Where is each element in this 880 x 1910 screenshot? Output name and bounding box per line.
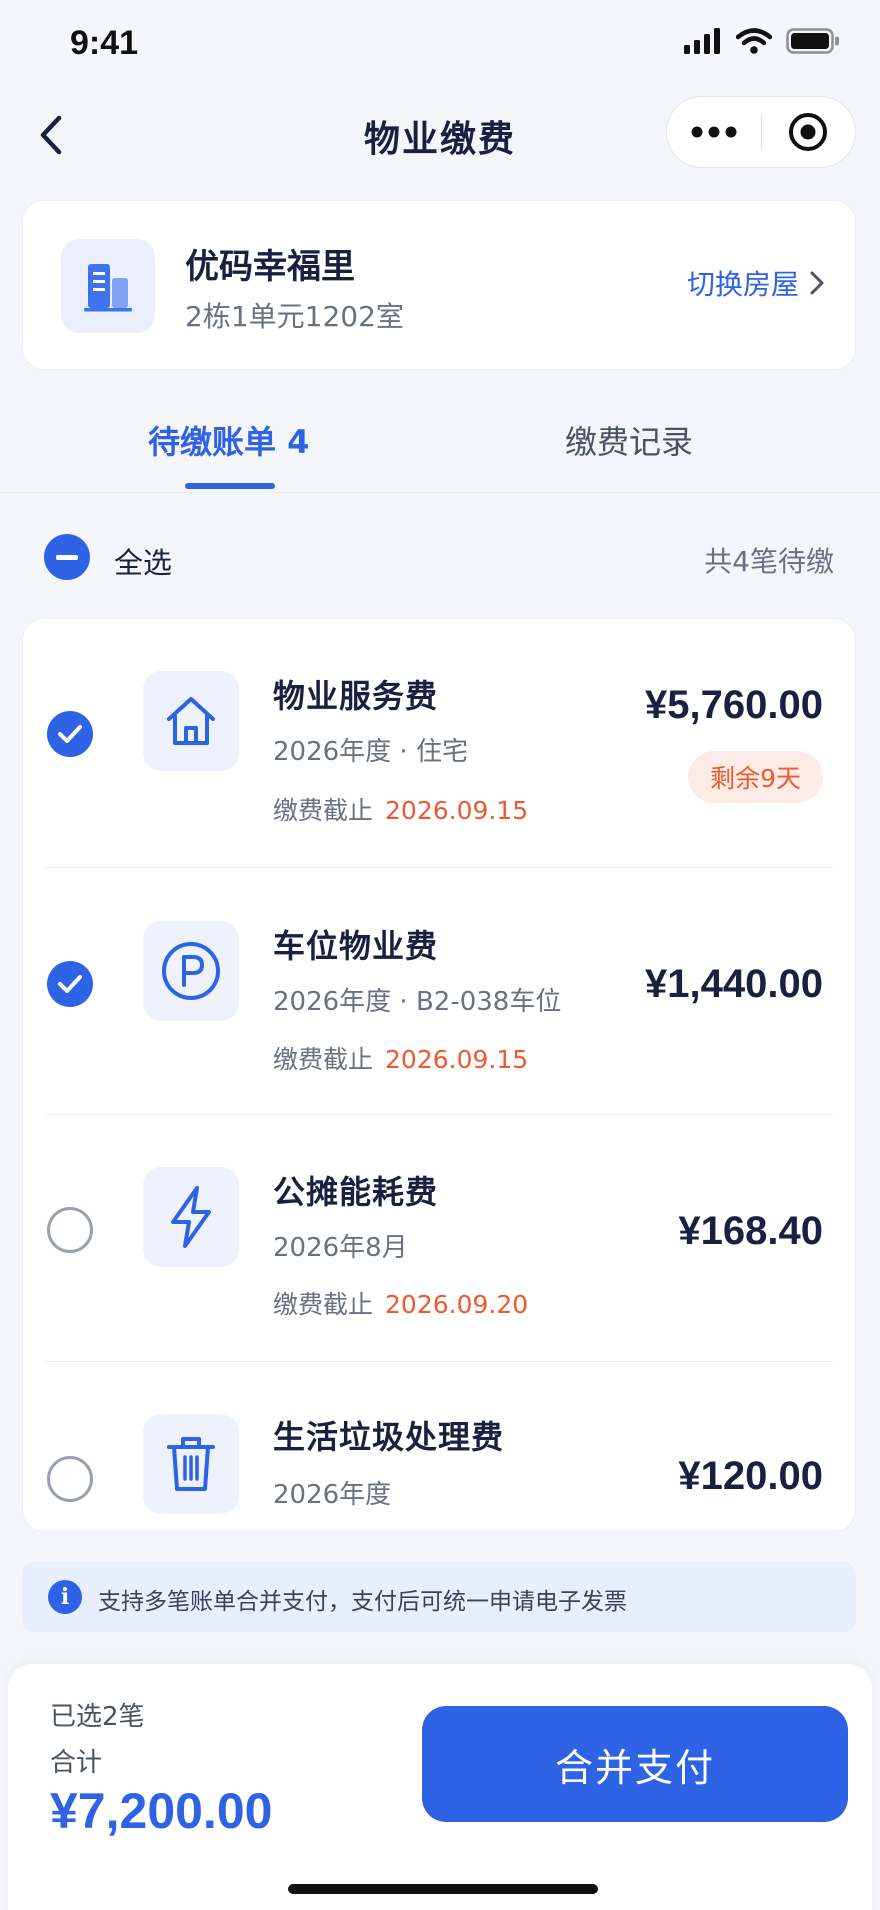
lightning-icon xyxy=(171,1186,211,1248)
bill-amount: ¥5,760.00 xyxy=(645,683,823,727)
select-all-row: 全选 共4笔待缴 xyxy=(0,520,880,600)
switch-house-label: 切换房屋 xyxy=(686,268,799,301)
due-label: 缴费截止 xyxy=(273,796,374,825)
battery-icon xyxy=(786,28,839,54)
building-icon xyxy=(84,264,132,312)
due-label: 缴费截止 xyxy=(273,1045,374,1074)
payment-footer: 已选2笔 合计 ¥7,200.00 合并支付 xyxy=(8,1664,872,1910)
house-name: 优码幸福里 xyxy=(185,247,355,287)
info-icon: i xyxy=(48,1580,82,1614)
house-icon xyxy=(167,697,215,745)
nav-bar: 物业缴费 xyxy=(0,92,880,178)
due-date: 2026.09.15 xyxy=(385,1045,529,1074)
bill-amount: ¥168.40 xyxy=(678,1209,823,1253)
bill-item[interactable]: 公摊能耗费 2026年8月 缴费截止 2026.09.20 ¥168.40 xyxy=(23,1115,857,1361)
bill-icon-box xyxy=(143,1167,239,1267)
switch-house-button[interactable]: 切换房屋 xyxy=(687,263,825,303)
remaining-days-badge: 剩余9天 xyxy=(688,751,823,803)
bill-checkbox-checked[interactable] xyxy=(47,961,93,1007)
status-bar: 9:41 xyxy=(0,0,880,92)
bill-tabs: 待缴账单 4 缴费记录 xyxy=(0,395,880,493)
checkmark-icon xyxy=(58,975,82,993)
merge-pay-button[interactable]: 合并支付 xyxy=(422,1706,848,1822)
due-label: 缴费截止 xyxy=(273,1290,374,1319)
bill-icon-box xyxy=(143,671,239,771)
more-button[interactable] xyxy=(667,97,761,167)
bill-name: 公摊能耗费 xyxy=(273,1173,439,1211)
minus-icon xyxy=(56,554,78,560)
due-date: 2026.09.15 xyxy=(385,796,529,825)
parking-icon xyxy=(162,942,220,1000)
house-icon-box xyxy=(61,239,155,333)
bill-item[interactable]: 车位物业费 2026年度 · B2-038车位 缴费截止 2026.09.15 ¥… xyxy=(23,868,857,1114)
bill-due: 缴费截止 2026.09.15 xyxy=(273,791,528,827)
bill-checkbox-checked[interactable] xyxy=(47,711,93,757)
bill-due: 缴费截止 2026.09.15 xyxy=(273,1040,528,1076)
chevron-right-icon xyxy=(810,271,824,295)
total-label: 合计 xyxy=(50,1748,103,1778)
tab-pending-bills[interactable]: 待缴账单 4 xyxy=(148,417,309,463)
close-miniapp-button[interactable] xyxy=(762,97,856,167)
info-tip: i 支持多笔账单合并支付，支付后可统一申请电子发票 xyxy=(22,1562,856,1632)
signal-icon xyxy=(684,28,720,54)
active-tab-indicator xyxy=(185,483,275,489)
bill-list: 物业服务费 2026年度 · 住宅 缴费截止 2026.09.15 ¥5,760.… xyxy=(22,618,856,1532)
bill-subtitle: 2026年度 · B2-038车位 xyxy=(273,987,562,1017)
bill-icon-box xyxy=(143,921,239,1021)
due-date: 2026.09.20 xyxy=(385,1290,529,1319)
bill-icon-box xyxy=(143,1414,239,1514)
select-all-label[interactable]: 全选 xyxy=(114,540,172,582)
home-indicator xyxy=(288,1884,598,1894)
mini-program-capsule xyxy=(666,96,856,168)
bill-subtitle: 2026年度 xyxy=(273,1480,392,1510)
bill-name: 生活垃圾处理费 xyxy=(273,1418,505,1456)
target-icon xyxy=(789,113,828,151)
bill-name: 车位物业费 xyxy=(273,927,439,965)
bill-subtitle: 2026年8月 xyxy=(273,1233,408,1263)
more-dots-icon xyxy=(691,126,737,138)
select-all-checkbox[interactable] xyxy=(44,534,90,580)
bill-subtitle: 2026年度 · 住宅 xyxy=(273,737,468,767)
tip-text: 支持多笔账单合并支付，支付后可统一申请电子发票 xyxy=(98,1589,627,1615)
total-amount: ¥7,200.00 xyxy=(50,1783,273,1839)
checkmark-icon xyxy=(58,725,82,743)
bill-item[interactable]: 物业服务费 2026年度 · 住宅 缴费截止 2026.09.15 ¥5,760.… xyxy=(23,619,857,867)
bill-name: 物业服务费 xyxy=(273,677,439,715)
status-time: 9:41 xyxy=(70,24,139,62)
trash-icon xyxy=(167,1437,215,1491)
bill-checkbox-unchecked[interactable] xyxy=(47,1207,93,1253)
bill-due: 缴费截止 2026.09.20 xyxy=(273,1285,528,1321)
tab-payment-records[interactable]: 缴费记录 xyxy=(565,417,693,463)
bill-checkbox-unchecked[interactable] xyxy=(47,1456,93,1502)
bill-amount: ¥120.00 xyxy=(678,1454,823,1498)
bill-amount: ¥1,440.00 xyxy=(645,962,823,1006)
bill-item[interactable]: 生活垃圾处理费 2026年度 ¥120.00 xyxy=(23,1362,857,1532)
selected-count: 已选2笔 xyxy=(50,1702,145,1732)
pending-count: 共4笔待缴 xyxy=(704,545,834,578)
wifi-icon xyxy=(736,28,772,54)
house-address: 2栋1单元1202室 xyxy=(185,300,404,333)
house-card: 优码幸福里 2栋1单元1202室 切换房屋 xyxy=(22,200,856,370)
